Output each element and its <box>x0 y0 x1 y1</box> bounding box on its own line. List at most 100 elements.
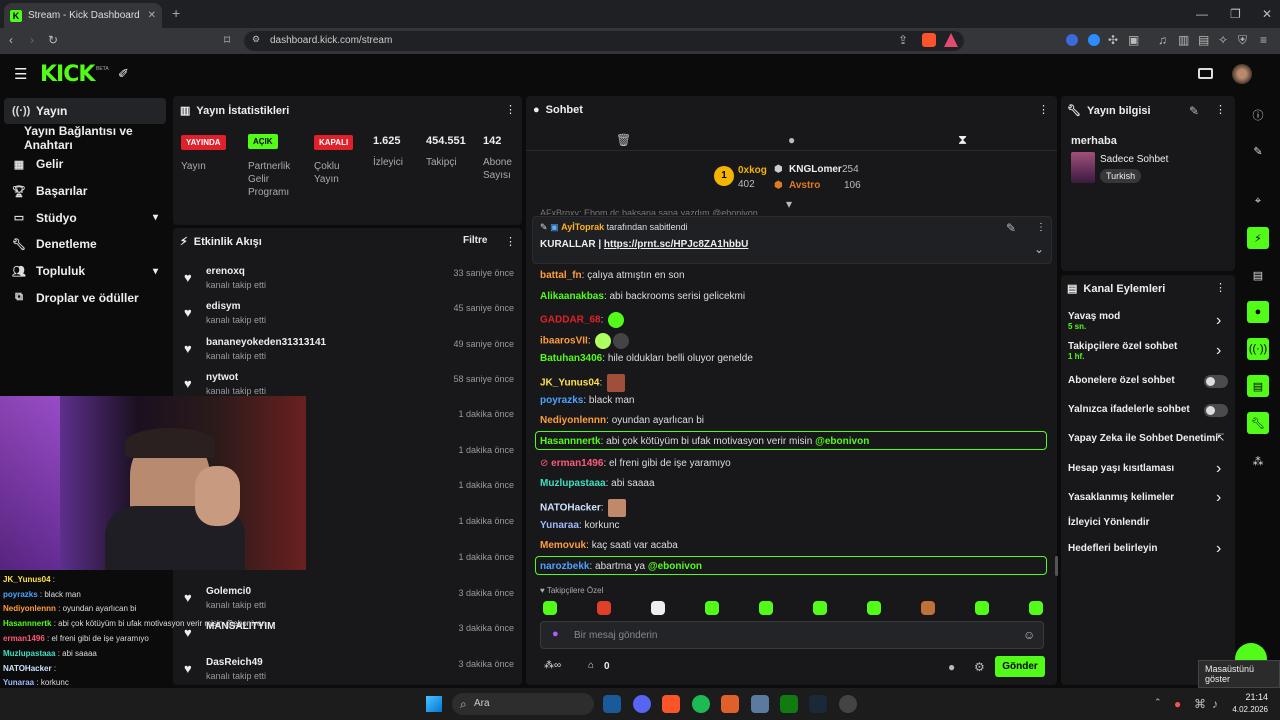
chevron-right-icon[interactable]: › <box>1216 460 1221 478</box>
chat-bubble-icon[interactable]: ● <box>948 661 955 673</box>
clock-date[interactable]: 4.02.2026 <box>1220 705 1268 714</box>
emoji-icon[interactable]: ☺ <box>1023 629 1035 641</box>
channel-points-icon[interactable]: ⁂∞ <box>544 660 561 671</box>
external-link-icon[interactable]: ⇱ <box>1216 433 1224 444</box>
chat-mention[interactable]: @ebonivon <box>648 561 702 572</box>
chat-username[interactable]: Muzlupastaaa <box>540 478 606 489</box>
more-icon[interactable]: ⋮ <box>1215 281 1226 294</box>
browser-tab[interactable]: K Stream - Kick Dashboard ✕ <box>4 3 162 28</box>
edit-icon[interactable]: ✎ <box>1247 140 1269 162</box>
focus-icon[interactable]: ⌖ <box>1247 190 1269 212</box>
actions-icon[interactable]: ▤ <box>1247 375 1269 397</box>
emote-icon[interactable] <box>1029 601 1043 615</box>
chevron-down-icon[interactable]: ⌄ <box>1034 243 1044 255</box>
activity-name[interactable]: DasReich49 <box>206 657 263 668</box>
tray-chevron-icon[interactable]: ⌃ <box>1154 698 1162 707</box>
trash-icon[interactable]: 🗑︎ <box>616 134 631 146</box>
sidebar-item-droplar[interactable]: ⧉ Droplar ve ödüller <box>0 285 170 311</box>
new-tab-button[interactable]: + <box>172 5 180 21</box>
emote-icon[interactable] <box>597 601 611 615</box>
chat-mention[interactable]: @ebonivon <box>815 436 869 447</box>
minimize-icon[interactable]: — <box>1196 8 1208 20</box>
gear-icon[interactable]: ⚙ <box>974 661 985 673</box>
channel-action[interactable]: Hesap yaşı kısıtlaması <box>1068 463 1228 474</box>
close-tab-icon[interactable]: ✕ <box>148 10 156 21</box>
mic-icon[interactable]: ● <box>1174 698 1181 710</box>
activity-name[interactable]: Golemci0 <box>206 586 251 597</box>
activity-name[interactable]: erenoxq <box>206 266 245 277</box>
document-icon[interactable]: ▤ <box>1247 264 1269 286</box>
bolt-icon[interactable]: ⚡︎ <box>1247 227 1269 249</box>
channel-action[interactable]: Yapay Zeka ile Sohbet Denetimi <box>1068 433 1228 444</box>
channel-action[interactable]: Yasaklanmış kelimeler <box>1068 492 1228 503</box>
mic-icon[interactable]: ● <box>552 628 559 640</box>
kick-logo[interactable]: KICK <box>40 62 95 87</box>
steam-icon[interactable] <box>809 695 827 713</box>
xbox-icon[interactable] <box>780 695 798 713</box>
maximize-icon[interactable]: ❐ <box>1230 8 1241 20</box>
emote-icon[interactable] <box>975 601 989 615</box>
activity-name[interactable]: nytwot <box>206 372 238 383</box>
brave-icon[interactable] <box>662 695 680 713</box>
forward-icon[interactable]: › <box>30 34 34 46</box>
chat-username[interactable]: Batuhan3406 <box>540 353 602 364</box>
channel-action[interactable]: Hedefleri belirleyin <box>1068 543 1228 554</box>
chat-username[interactable]: Hasannnertk <box>540 436 601 447</box>
more-icon[interactable]: ⋮ <box>1215 103 1226 116</box>
more-icon[interactable]: ⋮ <box>1036 222 1046 233</box>
chat-icon[interactable]: ● <box>788 134 795 146</box>
chevron-right-icon[interactable]: › <box>1216 312 1221 330</box>
more-icon[interactable]: ⋮ <box>505 103 516 116</box>
menu-icon[interactable]: ≡ <box>1260 34 1267 46</box>
sidebar-item-stream-key[interactable]: Yayın Bağlantısı ve Anahtarı <box>0 124 170 152</box>
sidebar-item-denetleme[interactable]: 🔧︎ Denetleme <box>0 231 170 257</box>
back-icon[interactable]: ‹ <box>9 34 13 46</box>
sidebar-item-gelir[interactable]: ▦ Gelir <box>0 151 170 177</box>
chevron-right-icon[interactable]: › <box>1216 342 1221 360</box>
screenshot-icon[interactable]: ▣ <box>1128 34 1139 46</box>
chat-username[interactable]: Yunaraa <box>540 520 579 531</box>
chat-username[interactable]: JK_Yunus04 <box>540 378 599 389</box>
chat-username[interactable]: narozbekk <box>540 561 589 572</box>
rules-link[interactable]: https://prnt.sc/HPJc8ZA1hbbU <box>604 239 748 250</box>
share-icon[interactable]: ⇪ <box>898 34 908 46</box>
category-name[interactable]: Sadece Sohbet <box>1100 154 1168 165</box>
vpn-icon[interactable]: ⛨ <box>1238 34 1247 46</box>
avatar[interactable] <box>1232 64 1252 84</box>
chat-username[interactable]: Nediyonlennn <box>540 415 606 426</box>
emote-icon[interactable] <box>921 601 935 615</box>
site-settings-icon[interactable]: ⚙ <box>252 35 260 44</box>
chat-username[interactable]: erman1496 <box>551 458 603 469</box>
brave-shield-icon[interactable] <box>922 33 936 47</box>
emote-icon[interactable] <box>705 601 719 615</box>
activity-name[interactable]: edisym <box>206 301 240 312</box>
emote-icon[interactable] <box>867 601 881 615</box>
wrench-icon[interactable]: 🔧︎ <box>1247 412 1269 434</box>
reload-icon[interactable]: ↻ <box>48 34 58 46</box>
extension-icon[interactable] <box>1066 34 1078 46</box>
chat-username[interactable]: NATOHacker <box>540 503 601 514</box>
pin-icon[interactable]: ✎ <box>1006 222 1016 234</box>
channel-action[interactable]: Yavaş mod 5 sn. <box>1068 311 1228 331</box>
clock-time[interactable]: 21:14 <box>1236 692 1268 702</box>
chat-username[interactable]: Alikaanakbas <box>540 291 604 302</box>
chat-icon[interactable]: ● <box>1247 301 1269 323</box>
chat-username[interactable]: ibaarosVII <box>540 336 588 347</box>
emote-icon[interactable] <box>813 601 827 615</box>
chevron-right-icon[interactable]: › <box>1216 489 1221 507</box>
chat-username[interactable]: poyrazks <box>540 395 583 406</box>
spotify-icon[interactable] <box>692 695 710 713</box>
obs-icon[interactable] <box>1198 68 1213 79</box>
emote-icon[interactable] <box>651 601 665 615</box>
wallet-icon[interactable]: ▤ <box>1198 34 1209 46</box>
send-button[interactable]: Gönder <box>995 656 1045 677</box>
leo-icon[interactable]: ✧ <box>1218 34 1228 46</box>
chevron-right-icon[interactable]: › <box>1216 540 1221 558</box>
sidebar-item-topluluk[interactable]: 👥︎ Topluluk ▾ <box>0 258 170 284</box>
hourglass-icon[interactable]: ⧗ <box>958 133 967 146</box>
channel-action[interactable]: İzleyici Yönlendir <box>1068 517 1228 528</box>
volume-icon[interactable]: ♪ <box>1212 698 1218 710</box>
sidebar-item-basarilar[interactable]: 🏆︎ Başarılar <box>0 178 170 204</box>
app-icon[interactable] <box>721 695 739 713</box>
network-icon[interactable]: ⌘ <box>1194 698 1206 710</box>
